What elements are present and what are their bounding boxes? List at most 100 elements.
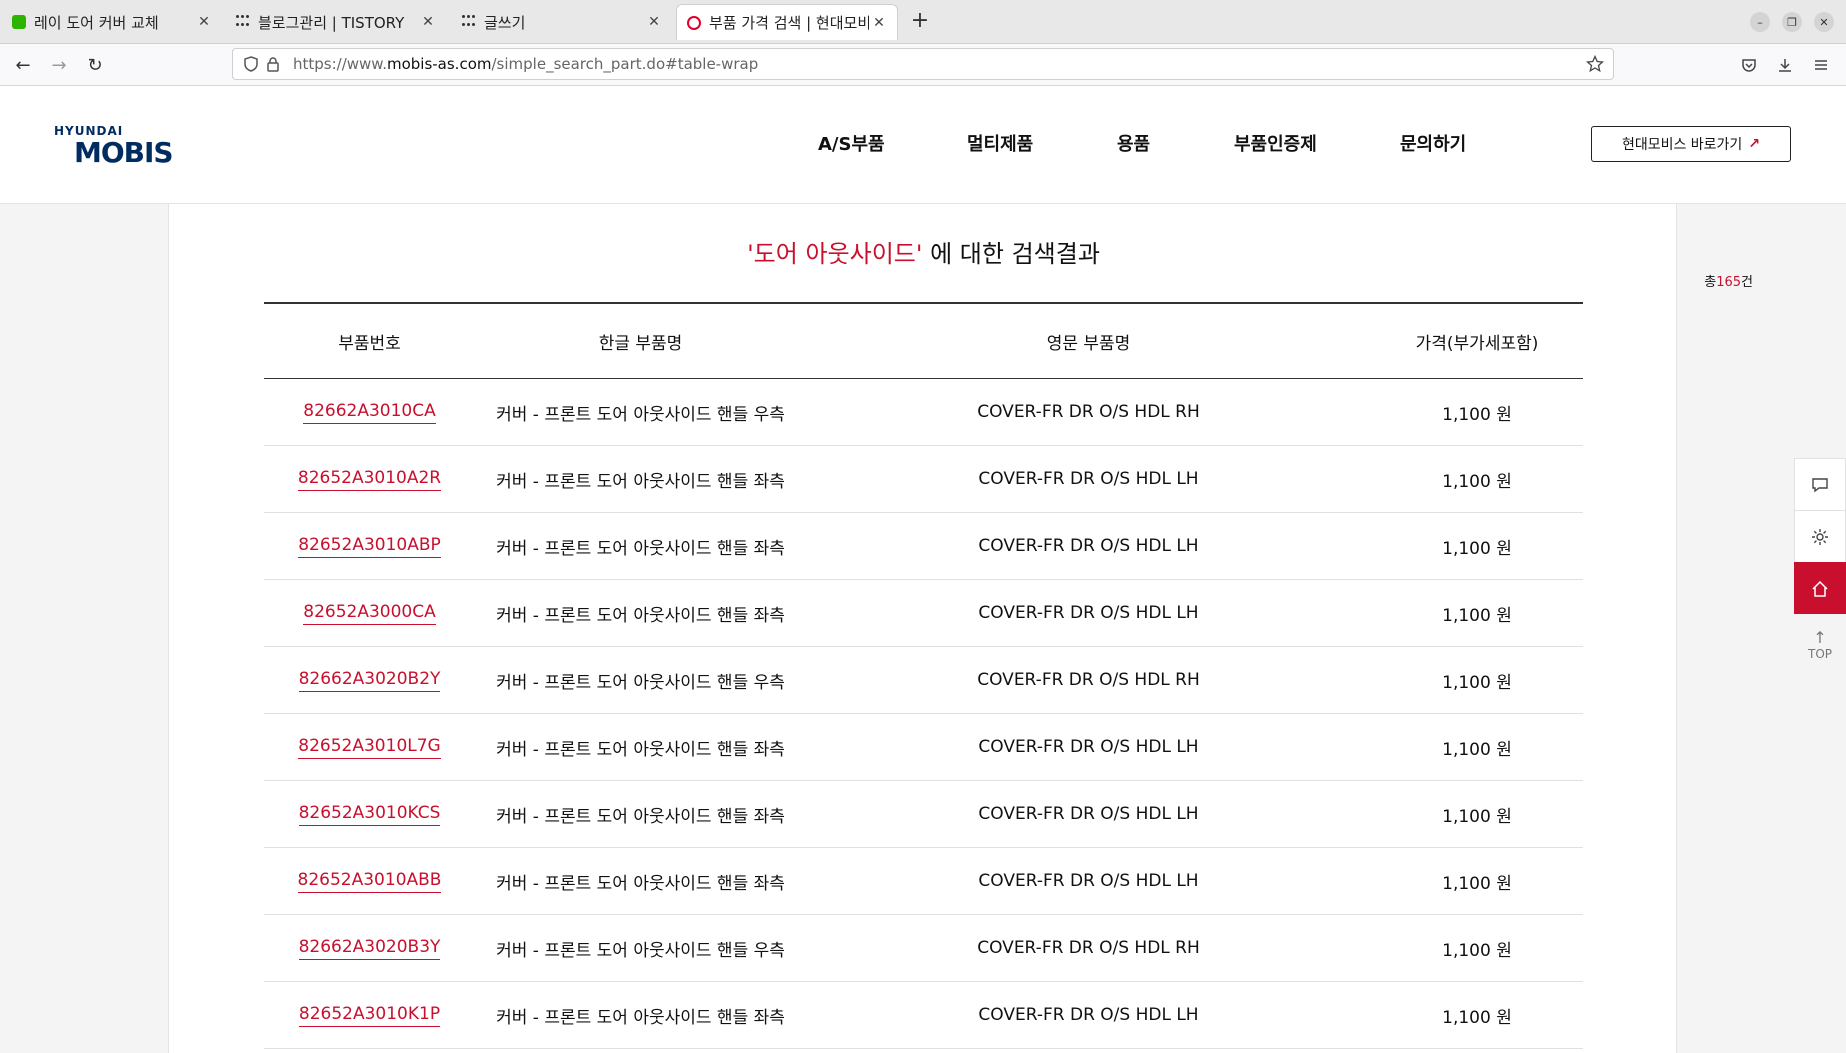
browser-tab[interactable]: 블로그관리 | TISTORY ✕ [226, 4, 446, 40]
shield-icon[interactable] [241, 54, 261, 74]
site-header: HYUNDAI MOBIS A/S부품 멀티제품 용품 부품인증제 문의하기 현… [0, 86, 1846, 204]
kr-name-cell: 커버 - 프론트 도어 아웃사이드 핸들 좌측 [496, 538, 785, 559]
price-cell: 1,100 원 [1371, 379, 1583, 445]
part-number-link[interactable]: 82652A3010A2R [297, 468, 442, 491]
part-number-cell: 82652A3010K1P [264, 982, 475, 1048]
part-number-link[interactable]: 82652A3010KCS [298, 803, 441, 826]
kr-name-cell: 커버 - 프론트 도어 아웃사이드 핸들 좌측 [496, 739, 785, 760]
part-number-link[interactable]: 82662A3020B2Y [298, 669, 441, 692]
close-window-button[interactable]: ✕ [1814, 12, 1834, 32]
price-cell: 1,100 원 [1442, 806, 1512, 827]
top-label: TOP [1807, 646, 1832, 661]
browser-nav-bar: ← → ↻ https://www.mobis-as.com/simple_se… [0, 44, 1846, 86]
price-cell: 1,100 원 [1371, 714, 1583, 780]
browser-tab-active[interactable]: 부품 가격 검색 | 현대모비스 ✕ [676, 4, 898, 40]
kr-name-cell: 커버 - 프론트 도어 아웃사이드 핸들 좌측 [496, 605, 785, 626]
part-number-link[interactable]: 82652A3010ABB [297, 870, 442, 893]
reload-button[interactable]: ↻ [82, 52, 108, 78]
part-number-cell: 82652A3010L7G [264, 714, 475, 780]
browser-tab-bar: 레이 도어 커버 교체 ✕ 블로그관리 | TISTORY ✕ 글쓰기 ✕ 부품… [0, 0, 1846, 44]
bookmark-star-icon[interactable] [1585, 54, 1605, 74]
nav-item-as-parts[interactable]: A/S부품 [818, 130, 885, 156]
menu-icon[interactable] [1808, 52, 1834, 78]
price-cell: 1,100 원 [1371, 647, 1583, 713]
nav-item-parts-certification[interactable]: 부품인증제 [1234, 130, 1317, 156]
nav-item-inquiry[interactable]: 문의하기 [1400, 130, 1466, 156]
close-icon[interactable]: ✕ [869, 13, 889, 33]
browser-tab[interactable]: 글쓰기 ✕ [452, 4, 672, 40]
price-cell: 1,100 원 [1442, 471, 1512, 492]
home-icon[interactable] [1794, 562, 1846, 614]
table-row: 82662A3020B2Y 커버 - 프론트 도어 아웃사이드 핸들 우측 COVE… [264, 647, 1583, 714]
restore-button[interactable]: ❐ [1782, 12, 1802, 32]
download-icon[interactable] [1772, 52, 1798, 78]
scroll-top-button[interactable]: ↑ TOP [1794, 614, 1846, 674]
nav-item-accessories[interactable]: 용품 [1117, 130, 1150, 156]
kr-name-cell: 커버 - 프론트 도어 아웃사이드 핸들 좌측 [475, 513, 806, 579]
minimize-button[interactable]: – [1750, 12, 1770, 32]
table-row: 82652A3010KCS 커버 - 프론트 도어 아웃사이드 핸들 좌측 COVE… [264, 781, 1583, 848]
table-row: 82652A3010L7G 커버 - 프론트 도어 아웃사이드 핸들 좌측 COVE… [264, 714, 1583, 781]
back-button[interactable]: ← [10, 52, 36, 78]
close-icon[interactable]: ✕ [644, 12, 664, 32]
en-name-cell: COVER-FR DR O/S HDL LH [978, 871, 1199, 891]
total-count-number: 165 [1716, 275, 1742, 290]
en-name-cell: COVER-FR DR O/S HDL RH [977, 670, 1200, 690]
close-icon[interactable]: ✕ [194, 12, 214, 32]
part-number-link[interactable]: 82652A3010L7G [298, 736, 441, 759]
price-cell: 1,100 원 [1371, 781, 1583, 847]
nav-item-multi-products[interactable]: 멀티제품 [967, 130, 1033, 156]
table-header: 부품번호 한글 부품명 영문 부품명 가격(부가세포함) [264, 304, 1583, 379]
shortcut-label: 현대모비스 바로가기 [1621, 137, 1743, 153]
part-number-cell: 82652A3010KCS [264, 781, 475, 847]
kr-name-cell: 커버 - 프론트 도어 아웃사이드 핸들 우측 [496, 672, 785, 693]
close-icon[interactable]: ✕ [418, 12, 438, 32]
price-cell: 1,100 원 [1442, 605, 1512, 626]
pocket-icon[interactable] [1736, 52, 1762, 78]
price-cell: 1,100 원 [1442, 940, 1512, 961]
browser-tab[interactable]: 레이 도어 커버 교체 ✕ [2, 4, 222, 40]
price-cell: 1,100 원 [1371, 848, 1583, 914]
part-number-link[interactable]: 82662A3020B3Y [298, 937, 441, 960]
en-name-cell: COVER-FR DR O/S HDL LH [806, 982, 1371, 1048]
table-body: 82662A3010CA 커버 - 프론트 도어 아웃사이드 핸들 우측 COVER… [264, 379, 1583, 1049]
forward-button[interactable]: → [46, 52, 72, 78]
part-number-cell: 82652A3010ABB [264, 848, 475, 914]
tab-title: 레이 도어 커버 교체 [34, 13, 159, 32]
kr-name-cell: 커버 - 프론트 도어 아웃사이드 핸들 좌측 [496, 471, 785, 492]
new-tab-button[interactable]: + [908, 10, 932, 34]
chat-icon[interactable] [1794, 458, 1846, 510]
kr-name-cell: 커버 - 프론트 도어 아웃사이드 핸들 좌측 [496, 806, 785, 827]
tistory-dots-icon [462, 15, 476, 29]
search-query: '도어 아웃사이드' [747, 240, 923, 268]
part-number-link[interactable]: 82652A3010K1P [298, 1004, 441, 1027]
part-number-link[interactable]: 82652A3000CA [303, 602, 436, 625]
price-cell: 1,100 원 [1371, 580, 1583, 646]
total-count: 총165건 [1704, 275, 1753, 290]
en-name-cell: COVER-FR DR O/S HDL LH [806, 781, 1371, 847]
part-number-cell: 82662A3020B2Y [264, 647, 475, 713]
part-number-link[interactable]: 82652A3010ABP [298, 535, 441, 558]
url-bar[interactable]: https://www.mobis-as.com/simple_search_p… [232, 48, 1614, 80]
settings-icon[interactable] [1794, 510, 1846, 562]
part-number-cell: 82652A3000CA [264, 580, 475, 646]
kr-name-cell: 커버 - 프론트 도어 아웃사이드 핸들 좌측 [475, 982, 806, 1048]
lock-icon[interactable] [263, 54, 283, 74]
part-number-link[interactable]: 82662A3010CA [303, 401, 436, 424]
kr-name-cell: 커버 - 프론트 도어 아웃사이드 핸들 우측 [475, 915, 806, 981]
price-cell: 1,100 원 [1442, 404, 1512, 425]
en-name-cell: COVER-FR DR O/S HDL RH [806, 915, 1371, 981]
part-number-cell: 82662A3010CA [264, 379, 475, 445]
tab-title: 블로그관리 | TISTORY [258, 13, 405, 32]
en-name-cell: COVER-FR DR O/S HDL LH [978, 469, 1199, 489]
price-cell: 1,100 원 [1442, 538, 1512, 559]
parts-table: 부품번호 한글 부품명 영문 부품명 가격(부가세포함) 82662A3010C… [264, 302, 1583, 1049]
en-name-cell: COVER-FR DR O/S HDL LH [978, 737, 1199, 757]
kr-name-cell: 커버 - 프론트 도어 아웃사이드 핸들 좌측 [496, 1007, 785, 1028]
tab-title: 부품 가격 검색 | 현대모비스 [709, 14, 869, 32]
mobis-logo[interactable]: HYUNDAI MOBIS [54, 124, 174, 172]
table-row: 82662A3020B3Y 커버 - 프론트 도어 아웃사이드 핸들 우측 COVE… [264, 915, 1583, 982]
external-arrow-icon: ↗ [1748, 136, 1761, 152]
en-name-cell: COVER-FR DR O/S HDL LH [978, 603, 1199, 623]
mobis-shortcut-button[interactable]: 현대모비스 바로가기 ↗ [1591, 126, 1791, 162]
